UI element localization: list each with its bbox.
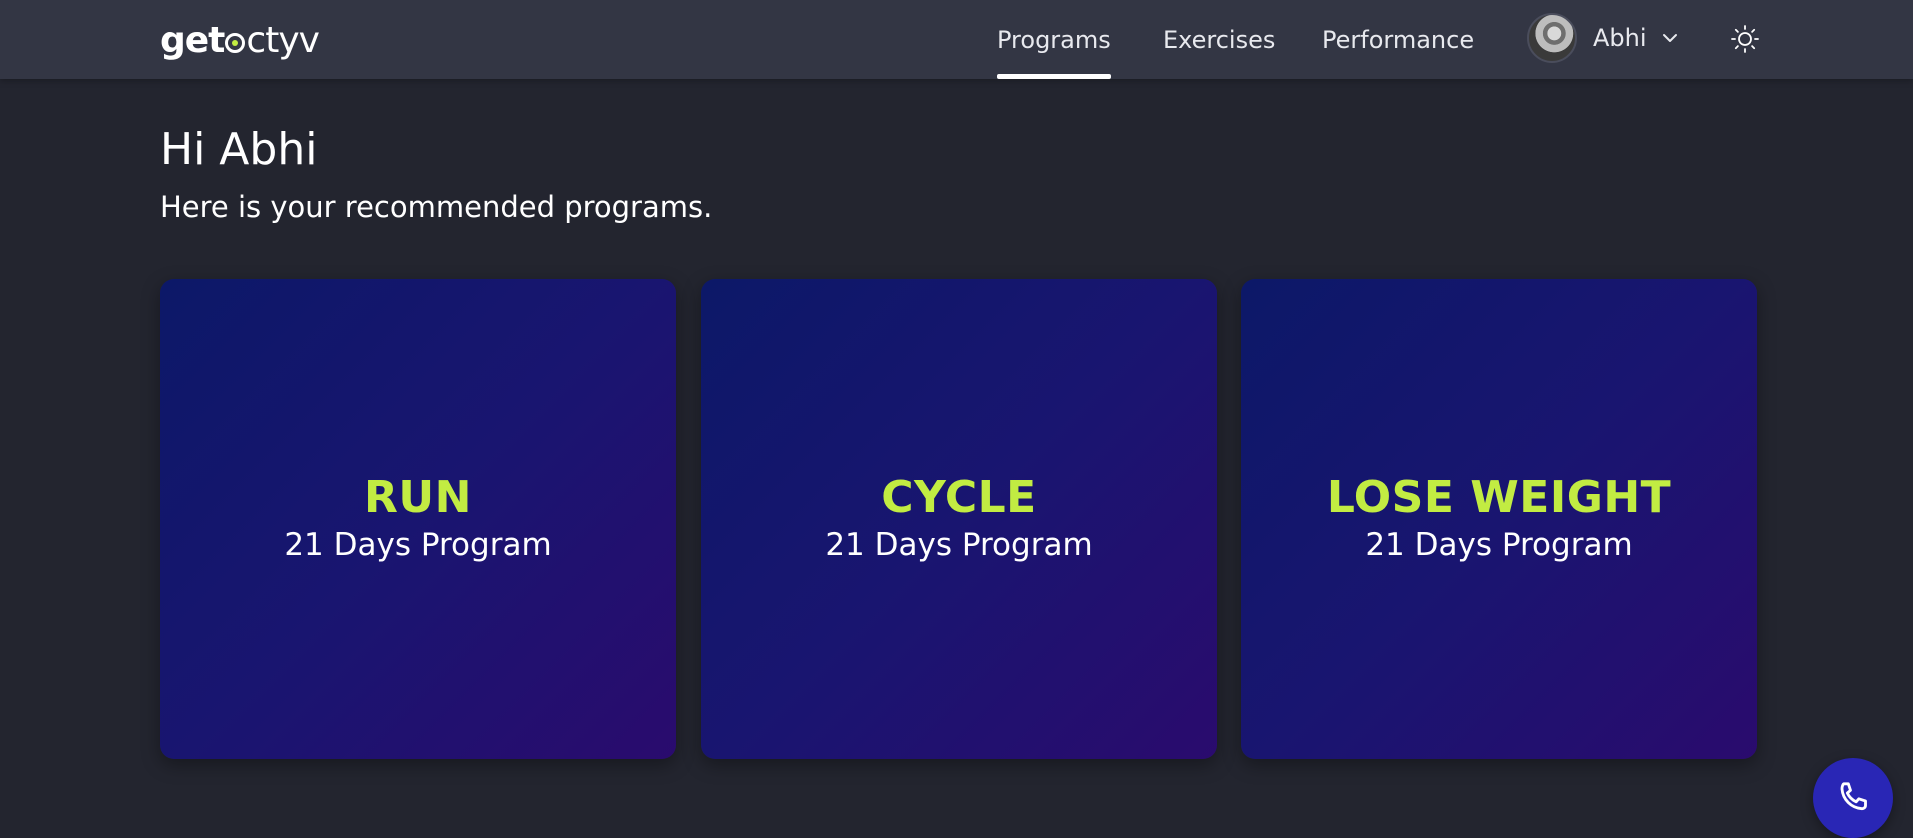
getactyv-logo[interactable]: get ctyv (160, 18, 320, 62)
sun-icon[interactable] (1730, 24, 1760, 54)
page-title: Hi Abhi (160, 124, 318, 175)
user-name: Abhi (1593, 24, 1647, 52)
chevron-down-icon (1662, 34, 1677, 42)
page-subtitle: Here is your recommended programs. (160, 190, 713, 224)
program-duration: 21 Days Program (284, 527, 552, 563)
logo-text-ctyv: ctyv (246, 19, 320, 61)
program-duration: 21 Days Program (1365, 527, 1633, 563)
nav-item-exercises[interactable]: Exercises (1163, 0, 1275, 79)
logo-text-get: get (160, 19, 225, 61)
program-title: CYCLE (881, 472, 1037, 523)
user-menu[interactable]: Abhi (1527, 13, 1679, 63)
nav-item-performance[interactable]: Performance (1322, 0, 1474, 79)
program-card-lose-weight[interactable]: LOSE WEIGHT 21 Days Program (1241, 279, 1757, 759)
avatar (1527, 13, 1577, 63)
logo-dot-icon (225, 33, 246, 53)
support-call-button[interactable] (1813, 758, 1893, 838)
program-duration: 21 Days Program (825, 527, 1093, 563)
nav-item-programs[interactable]: Programs (997, 0, 1111, 79)
program-title: LOSE WEIGHT (1326, 472, 1672, 523)
top-navigation-bar: get ctyv Programs Exercises Performance … (0, 0, 1913, 79)
program-card-cycle[interactable]: CYCLE 21 Days Program (701, 279, 1217, 759)
program-card-run[interactable]: RUN 21 Days Program (160, 279, 676, 759)
program-title: RUN (364, 472, 472, 523)
phone-icon (1840, 782, 1867, 811)
